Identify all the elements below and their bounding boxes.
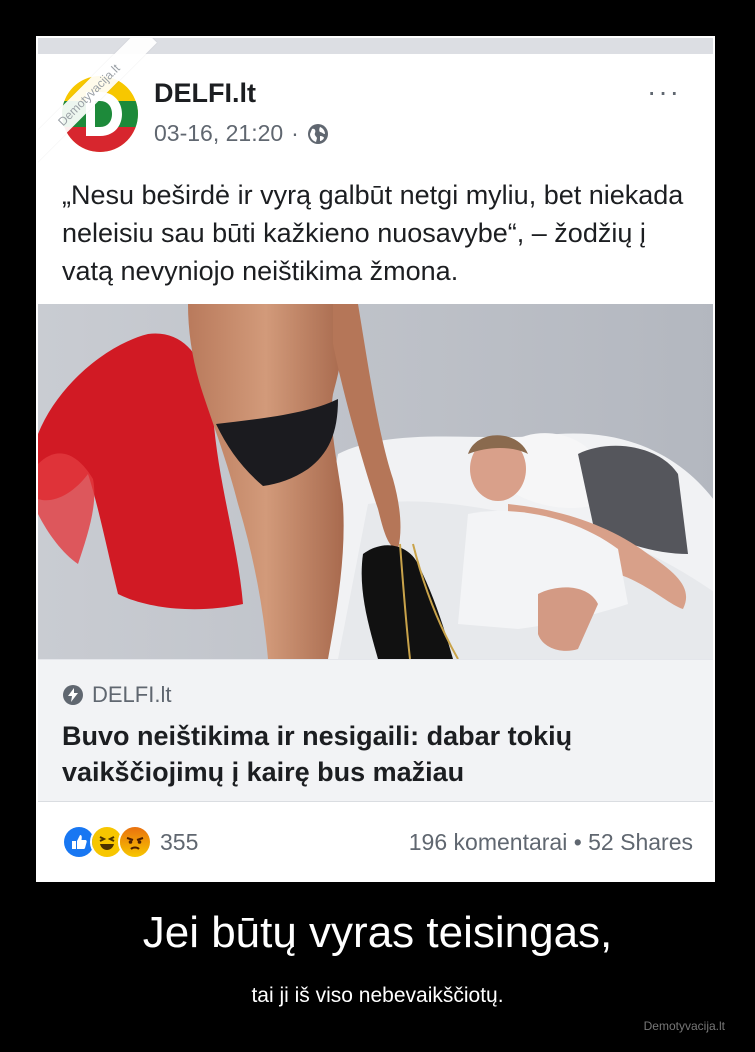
reactions[interactable]: 355 [62, 825, 198, 859]
caption-title: Jei būtų vyras teisingas, [142, 908, 613, 957]
angry-icon [118, 825, 152, 859]
lightning-icon [62, 684, 84, 706]
facebook-post: Demotyvacija.lt DELFI.lt 03-16, 21:20 · [38, 38, 713, 880]
link-preview[interactable]: DELFI.lt Buvo neištikima ir nesigaili: d… [38, 659, 713, 801]
page-name[interactable]: DELFI.lt [154, 78, 256, 109]
reaction-count[interactable]: 355 [160, 829, 198, 856]
meta-separator: · [291, 120, 299, 146]
link-title[interactable]: Buvo neištikima ir nesigaili: dabar toki… [62, 718, 693, 790]
link-source: DELFI.lt [62, 682, 693, 708]
comments-shares[interactable]: 196 komentarai • 52 Shares [409, 829, 693, 856]
post-text: „Nesu beširdė ir vyrą galbūt netgi myliu… [62, 180, 684, 286]
more-options-button[interactable]: ··· [647, 76, 681, 108]
globe-icon [307, 123, 329, 145]
link-source-label: DELFI.lt [92, 682, 172, 707]
post-timestamp[interactable]: 03-16, 21:20 [154, 120, 283, 147]
post-photo[interactable] [38, 304, 713, 659]
watermark: Demotyvacija.lt [643, 1019, 725, 1033]
post-frame: Demotyvacija.lt DELFI.lt 03-16, 21:20 · [36, 36, 715, 882]
post-meta: 03-16, 21:20 · [154, 120, 329, 147]
post-footer: 355 196 komentarai • 52 Shares [38, 801, 713, 880]
caption-subtitle: tai ji iš viso nebevaikščiotų. [251, 984, 504, 1007]
